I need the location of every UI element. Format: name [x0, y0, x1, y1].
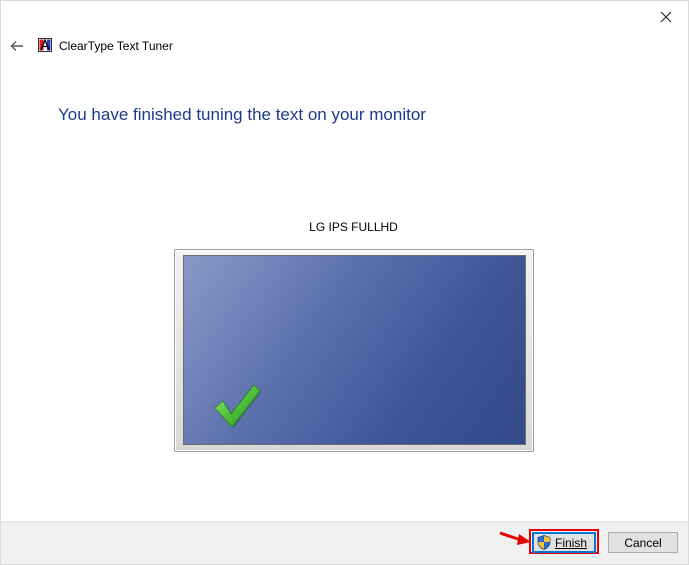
monitor-screen — [183, 255, 526, 445]
cancel-button-label: Cancel — [624, 535, 662, 550]
footer-bar: Finish Cancel — [1, 521, 688, 564]
back-arrow-icon — [10, 41, 23, 51]
cleartype-window: ClearType Text Tuner You have finished t… — [0, 0, 689, 565]
monitor-illustration — [174, 249, 534, 452]
cleartype-app-icon — [38, 38, 52, 52]
red-arrow-icon — [499, 531, 531, 545]
monitor-name-label: LG IPS FULLHD — [309, 220, 398, 234]
finish-button-label: Finish — [554, 535, 587, 550]
checkmark-icon — [214, 384, 262, 429]
close-icon — [660, 11, 672, 23]
close-button[interactable] — [646, 3, 686, 31]
page-heading: You have finished tuning the text on you… — [58, 105, 426, 124]
cancel-button[interactable]: Cancel — [608, 532, 678, 553]
window-title: ClearType Text Tuner — [59, 39, 173, 53]
finish-button[interactable]: Finish — [532, 532, 596, 553]
title-bar: ClearType Text Tuner — [1, 33, 688, 59]
uac-shield-icon — [537, 535, 551, 550]
back-button[interactable] — [7, 36, 27, 56]
